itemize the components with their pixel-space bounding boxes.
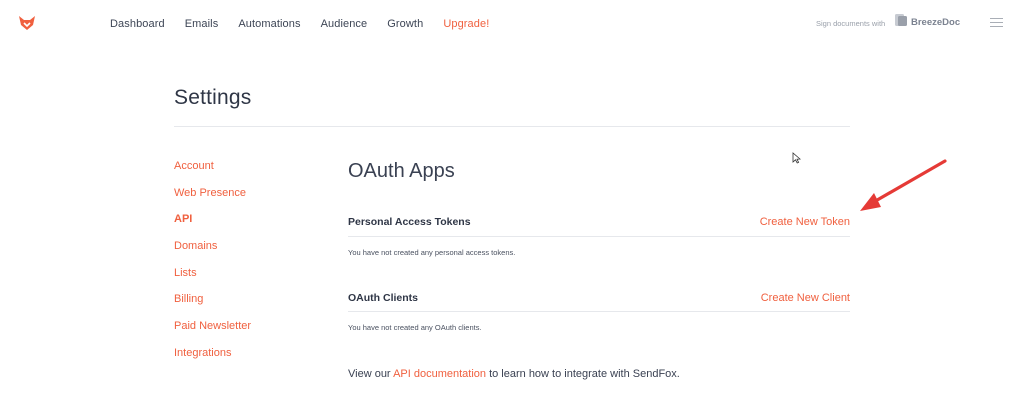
clients-divider: [348, 311, 850, 312]
main-nav: Dashboard Emails Automations Audience Gr…: [110, 17, 509, 31]
sign-documents-text: Sign documents with: [816, 19, 886, 28]
personal-access-tokens-header: Personal Access Tokens Create New Token: [348, 216, 850, 236]
api-documentation-link[interactable]: API documentation: [393, 368, 486, 380]
breezedoc-link[interactable]: BreezeDoc: [894, 13, 960, 32]
nav-upgrade[interactable]: Upgrade!: [443, 17, 489, 31]
sidebar-item-web-presence[interactable]: Web Presence: [174, 187, 251, 214]
sendfox-logo-icon[interactable]: [18, 15, 36, 31]
mouse-pointer-icon: [792, 151, 802, 164]
sidebar-item-domains[interactable]: Domains: [174, 240, 251, 267]
oauth-clients-header: OAuth Clients Create New Client: [348, 292, 850, 312]
nav-dashboard[interactable]: Dashboard: [110, 17, 165, 31]
tokens-divider: [348, 236, 850, 237]
sidebar-item-api[interactable]: API: [174, 213, 251, 240]
api-documentation-note: View our API documentation to learn how …: [348, 368, 680, 380]
settings-sidebar: Account Web Presence API Domains Lists B…: [174, 160, 251, 374]
page-title: Settings: [174, 86, 252, 109]
create-new-token-button[interactable]: Create New Token: [760, 216, 850, 228]
oauth-clients-label: OAuth Clients: [348, 292, 418, 304]
nav-emails[interactable]: Emails: [185, 17, 219, 31]
oauth-apps-heading: OAuth Apps: [348, 160, 455, 182]
sidebar-item-lists[interactable]: Lists: [174, 267, 251, 294]
sidebar-item-billing[interactable]: Billing: [174, 293, 251, 320]
create-new-client-button[interactable]: Create New Client: [761, 292, 850, 304]
title-divider: [174, 126, 850, 127]
breezedoc-label: BreezeDoc: [911, 17, 961, 28]
personal-access-tokens-label: Personal Access Tokens: [348, 216, 471, 228]
footer-prefix: View our: [348, 368, 394, 380]
clients-empty-message: You have not created any OAuth clients.: [348, 323, 482, 332]
sidebar-item-integrations[interactable]: Integrations: [174, 347, 251, 374]
sidebar-item-account[interactable]: Account: [174, 160, 251, 187]
hamburger-menu-icon[interactable]: [990, 18, 1003, 28]
top-navbar: Dashboard Emails Automations Audience Gr…: [0, 0, 1024, 48]
footer-suffix: to learn how to integrate with SendFox.: [486, 368, 680, 380]
nav-audience[interactable]: Audience: [321, 17, 368, 31]
nav-growth[interactable]: Growth: [387, 17, 423, 31]
sidebar-item-paid-newsletter[interactable]: Paid Newsletter: [174, 320, 251, 347]
tokens-empty-message: You have not created any personal access…: [348, 248, 516, 257]
breezedoc-logo-icon: [894, 13, 908, 32]
red-arrow-icon: [850, 155, 950, 215]
nav-automations[interactable]: Automations: [238, 17, 300, 31]
